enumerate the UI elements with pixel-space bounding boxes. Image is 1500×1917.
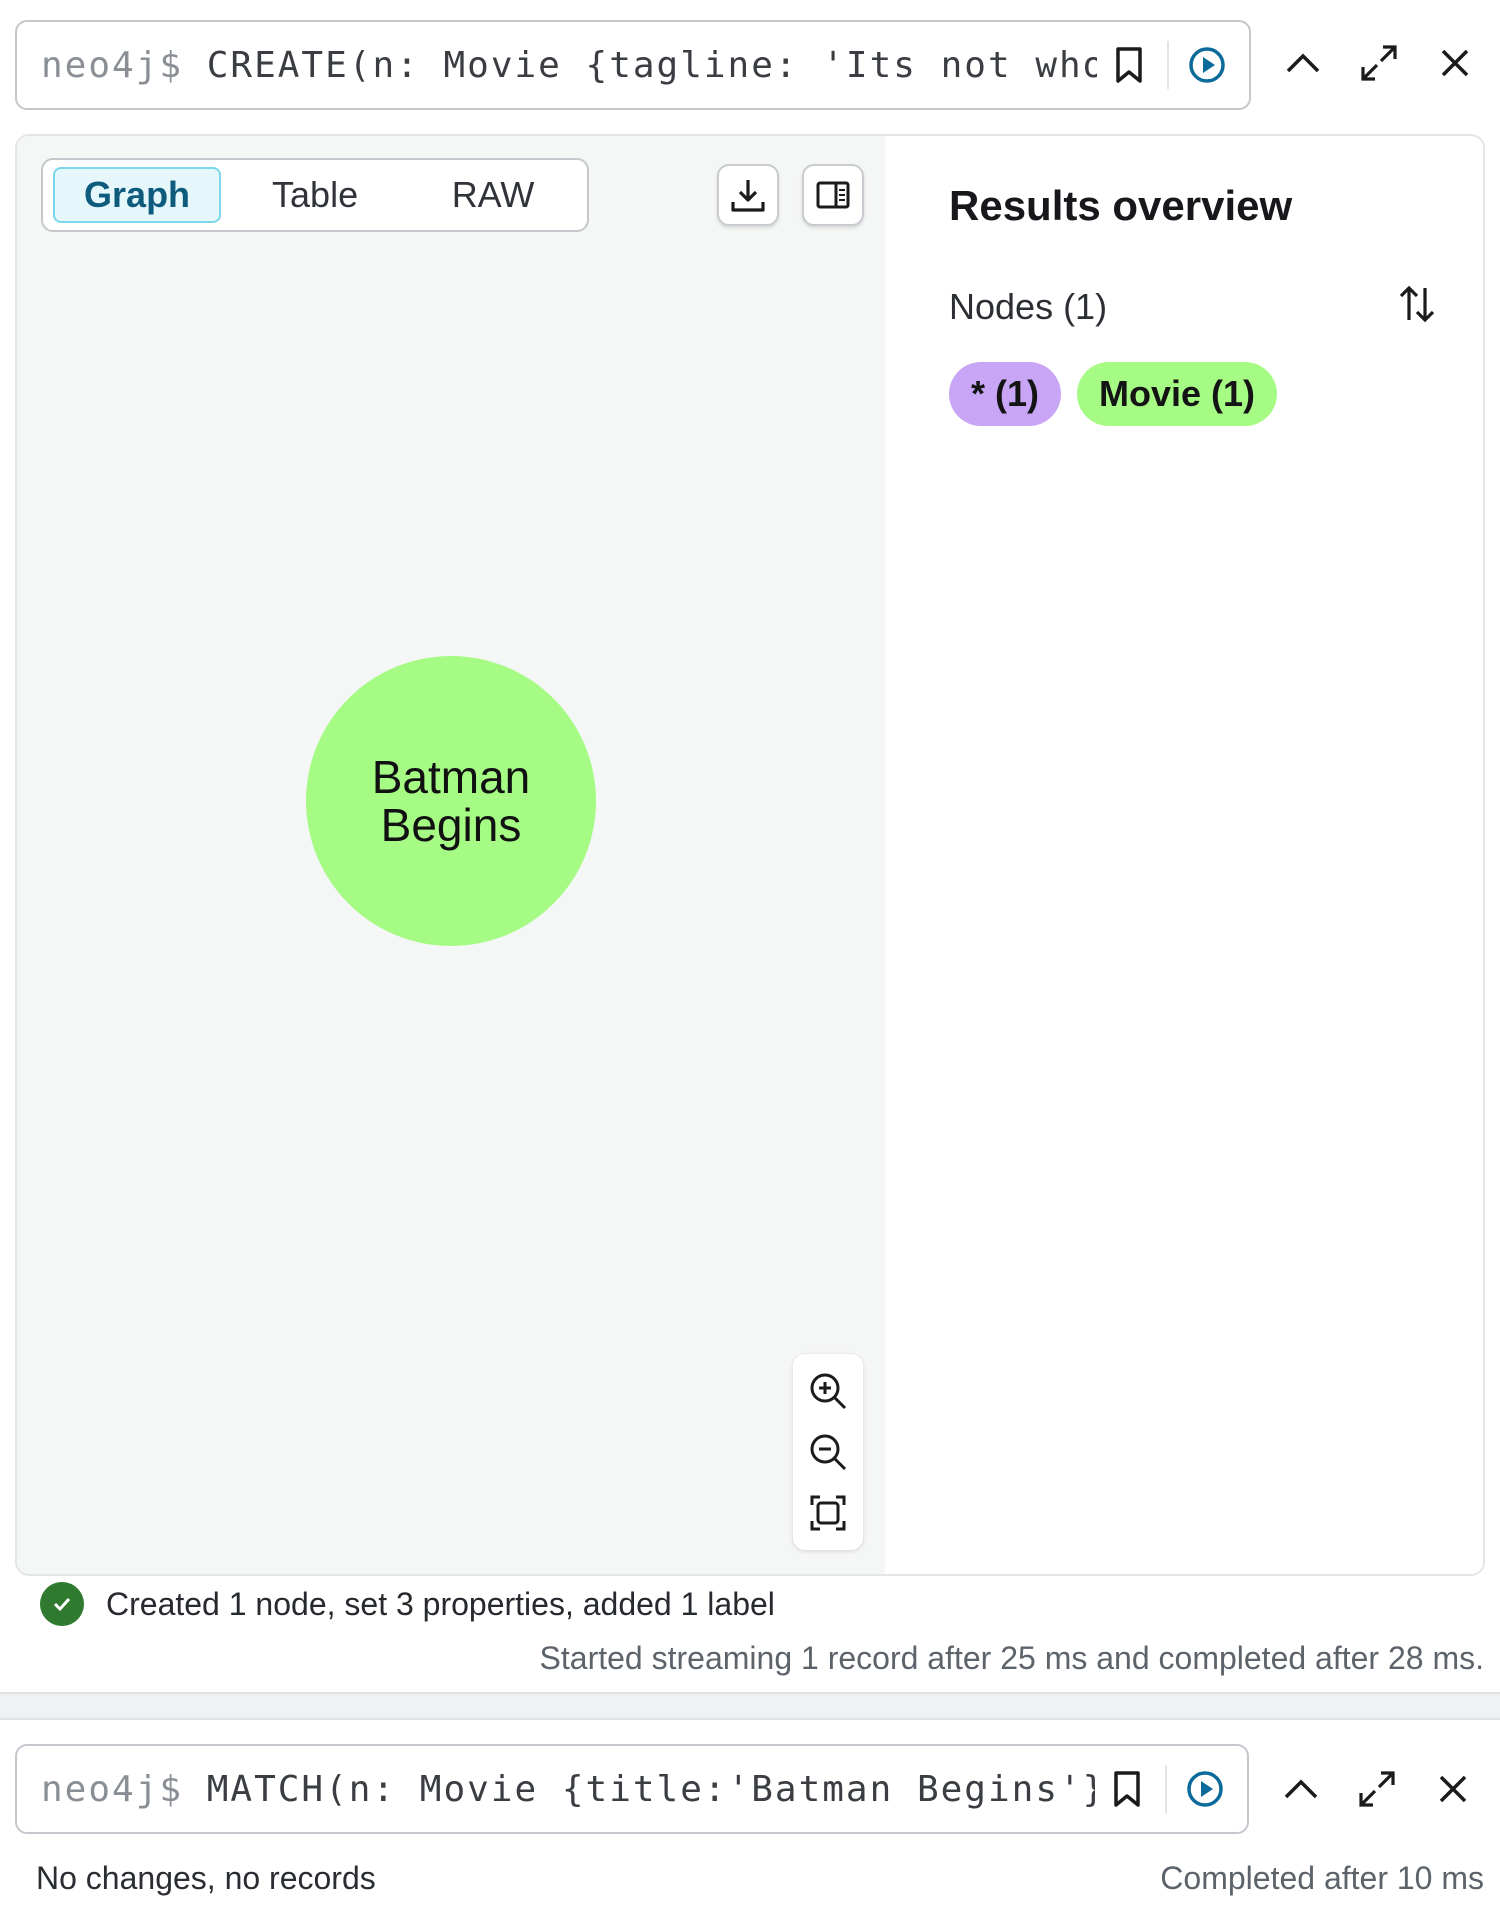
graph-node[interactable]: Batman Begins	[306, 656, 596, 946]
bookmark-icon[interactable]	[1097, 33, 1161, 97]
zoom-controls	[793, 1354, 863, 1550]
overview-title: Results overview	[949, 182, 1293, 229]
close-icon[interactable]	[1422, 30, 1488, 96]
tab-graph[interactable]: Graph	[53, 167, 222, 223]
sidebar-icon	[816, 181, 850, 209]
status-message: Created 1 node, set 3 properties, added …	[106, 1585, 775, 1622]
tab-raw[interactable]: RAW	[409, 167, 577, 223]
graph-canvas[interactable]: Graph Table RAW Batman Begins	[17, 136, 885, 1574]
query-code-2: MATCH(n: Movie {title:'Batman Begins'})	[206, 1768, 1095, 1810]
fullscreen-icon[interactable]	[1344, 1756, 1410, 1822]
download-button[interactable]	[717, 164, 779, 226]
query-text-2[interactable]: neo4j$ MATCH(n: Movie {title:'Batman Beg…	[17, 1769, 1095, 1810]
query-editor-2[interactable]: neo4j$ MATCH(n: Movie {title:'Batman Beg…	[15, 1744, 1249, 1834]
timing-message-2: Completed after 10 ms	[1160, 1860, 1484, 1896]
result-frame: neo4j$ CREATE(n: Movie {tagline: 'Its no…	[0, 0, 1500, 1694]
query-code: CREATE(n: Movie {tagline: 'Its not who y	[206, 44, 1097, 86]
divider	[1165, 1765, 1167, 1813]
nodes-count-label: Nodes (1)	[949, 286, 1108, 327]
zoom-out-icon[interactable]	[798, 1424, 858, 1480]
fit-to-screen-icon[interactable]	[798, 1485, 858, 1541]
status-row: Created 1 node, set 3 properties, added …	[40, 1582, 775, 1626]
download-icon	[731, 180, 765, 212]
success-check-icon	[40, 1582, 84, 1626]
toggle-panel-button[interactable]	[802, 164, 864, 226]
zoom-in-icon[interactable]	[798, 1363, 858, 1419]
timing-message: Started streaming 1 record after 25 ms a…	[539, 1640, 1484, 1676]
status-message-2: No changes, no records	[36, 1860, 376, 1896]
sort-icon[interactable]	[1395, 282, 1445, 332]
label-chip-movie[interactable]: Movie (1)	[1077, 362, 1278, 426]
collapse-icon[interactable]	[1270, 30, 1336, 96]
prompt-label: neo4j$	[41, 44, 184, 86]
label-chip-all[interactable]: * (1)	[949, 362, 1062, 426]
run-icon[interactable]	[1175, 33, 1239, 97]
close-icon[interactable]	[1420, 1756, 1486, 1822]
divider	[1167, 41, 1169, 89]
fullscreen-icon[interactable]	[1346, 30, 1412, 96]
view-tabs: Graph Table RAW	[41, 158, 589, 232]
result-panel: Graph Table RAW Batman Begins Results ov…	[15, 134, 1485, 1576]
tab-table[interactable]: Table	[231, 167, 399, 223]
run-icon[interactable]	[1173, 1757, 1237, 1821]
query-editor[interactable]: neo4j$ CREATE(n: Movie {tagline: 'Its no…	[15, 20, 1251, 110]
collapse-icon[interactable]	[1268, 1756, 1334, 1822]
query-text[interactable]: neo4j$ CREATE(n: Movie {tagline: 'Its no…	[17, 45, 1097, 86]
prompt-label-2: neo4j$	[41, 1768, 184, 1810]
results-overview: Results overview Nodes (1) * (1) Movie (…	[885, 136, 1483, 1574]
bookmark-icon[interactable]	[1095, 1757, 1159, 1821]
